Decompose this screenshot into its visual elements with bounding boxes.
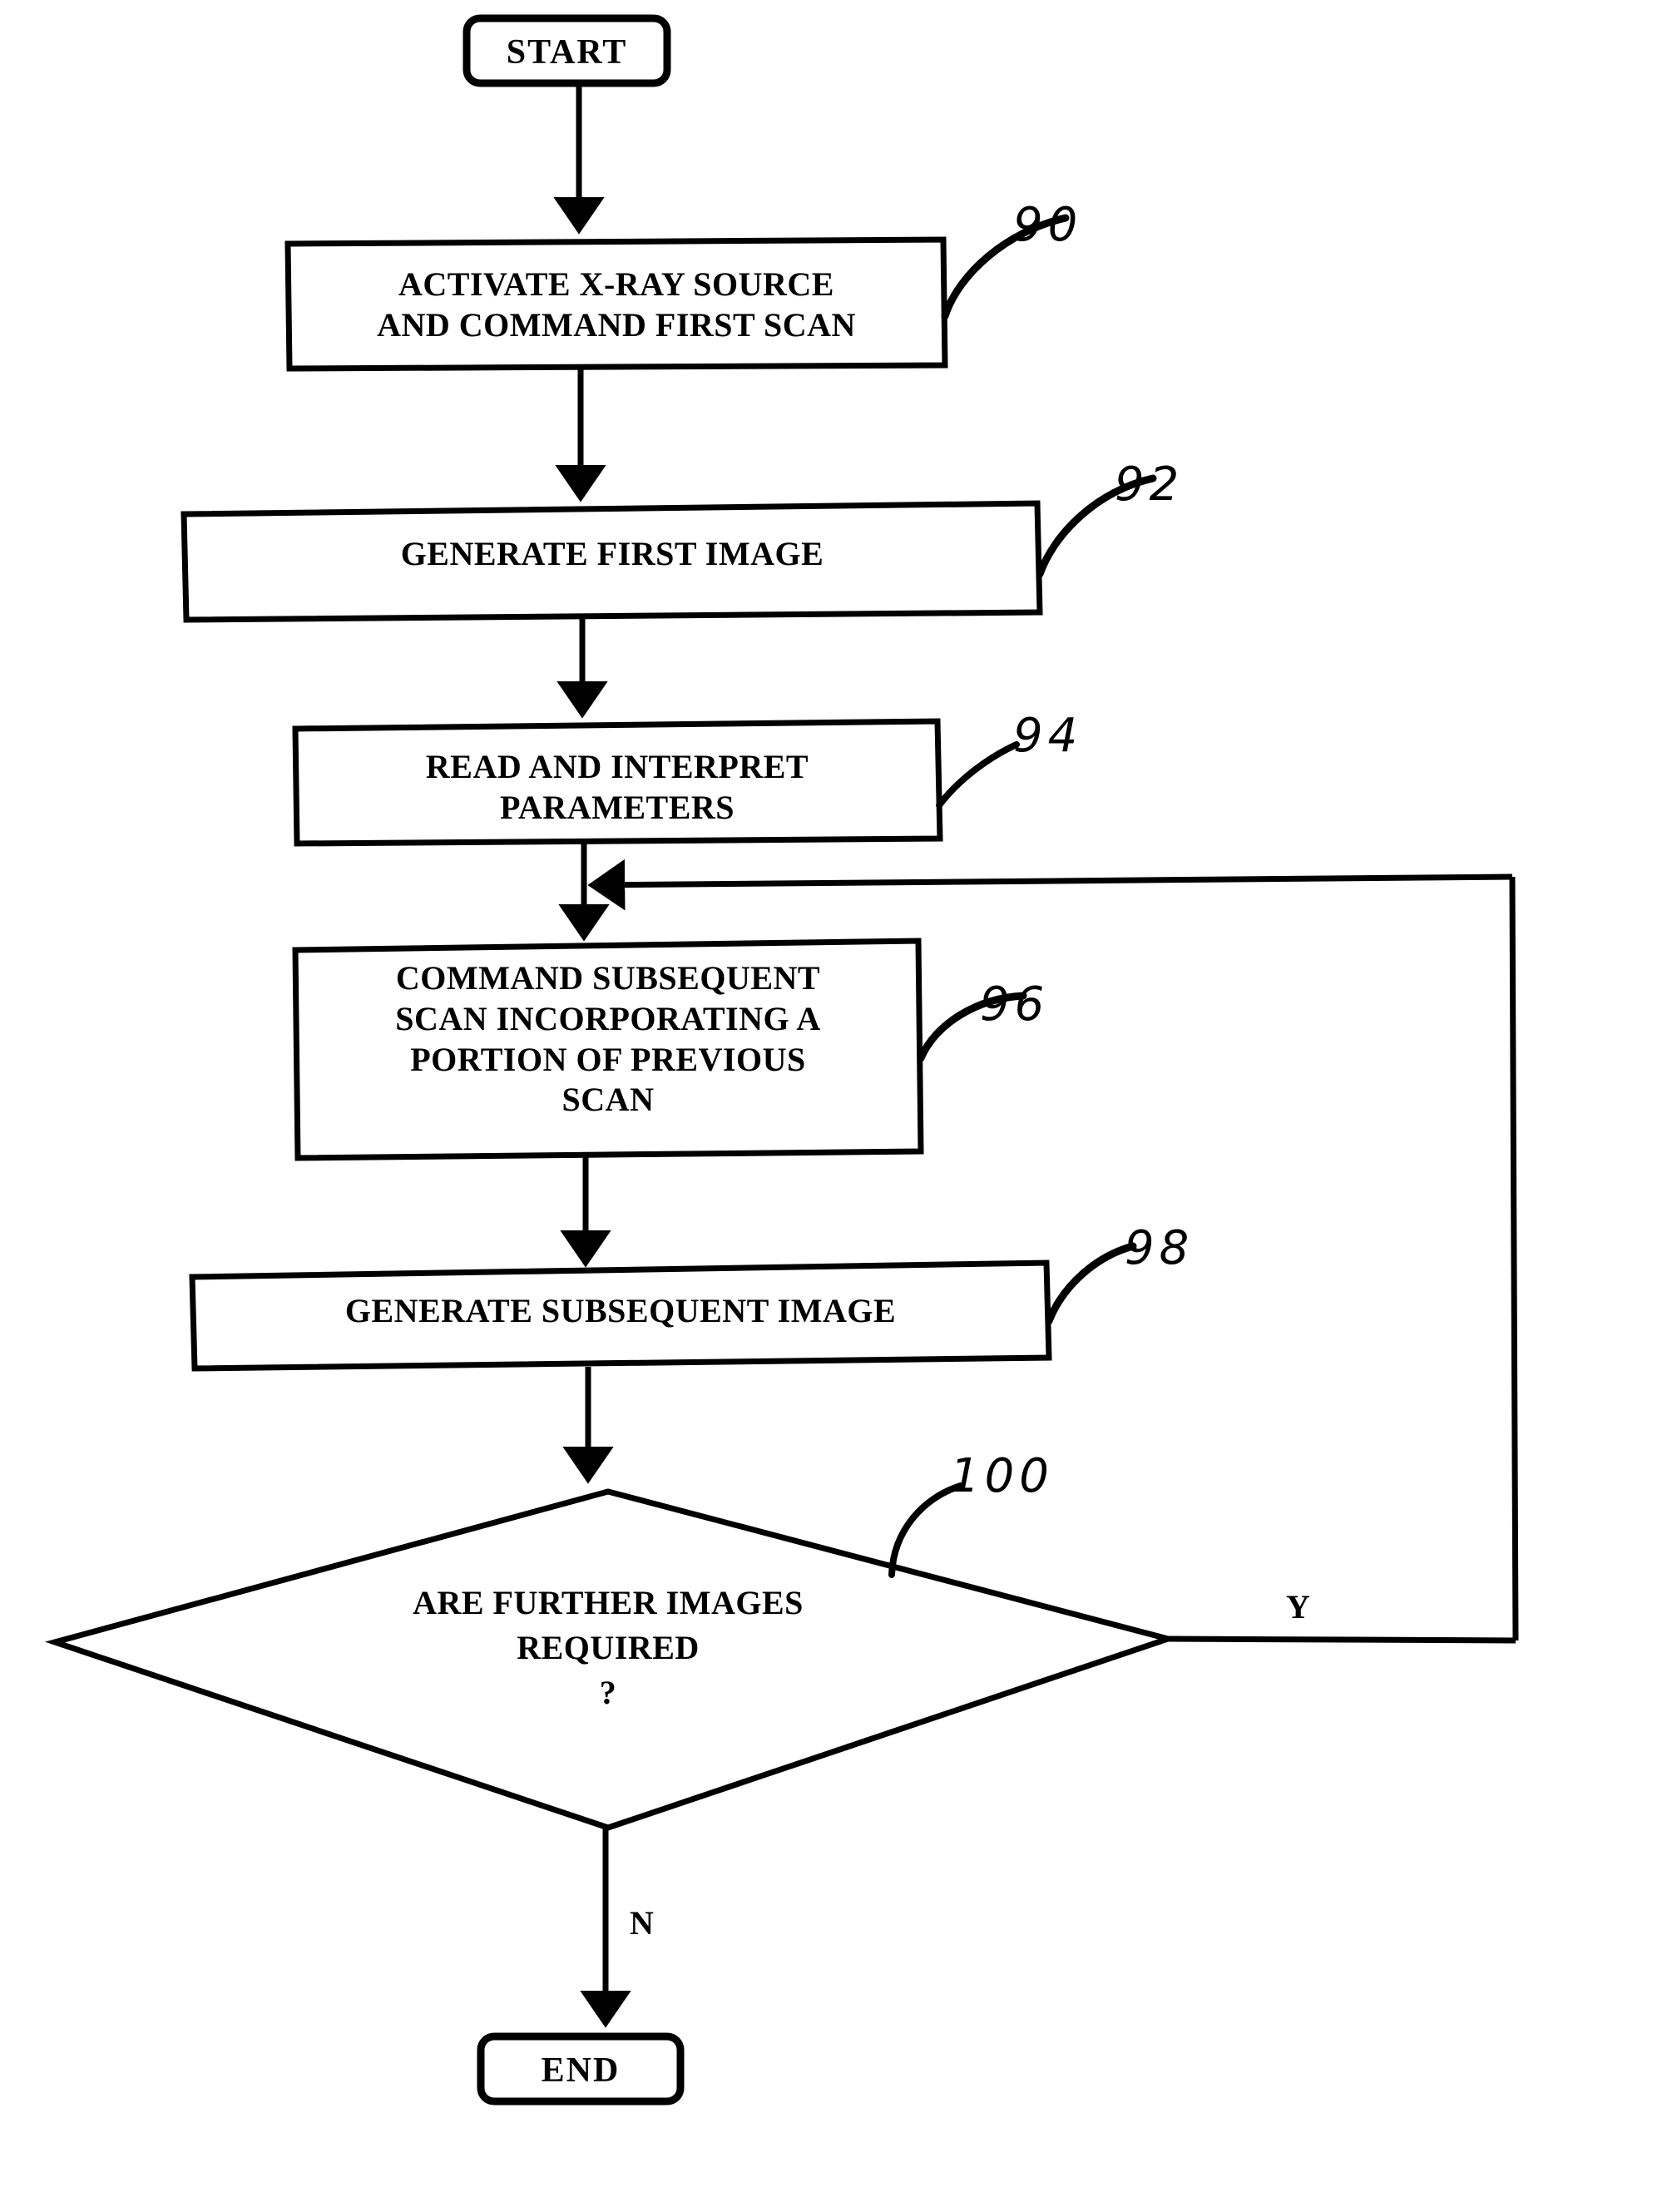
- leader-line-94: [936, 741, 1020, 809]
- branch-label-yes: Y: [1286, 1588, 1310, 1626]
- flowchart-canvas: [44, 14, 1519, 2106]
- reference-numeral-90: 90: [1013, 198, 1083, 252]
- node-generate-subsequent: [189, 1259, 1052, 1372]
- node-activate: [284, 236, 948, 372]
- reference-numeral-92: 92: [1115, 458, 1185, 512]
- reference-numeral-94: 94: [1013, 709, 1083, 763]
- node-generate-first: [181, 500, 1043, 623]
- reference-numeral-100: 100: [950, 1449, 1054, 1503]
- flowchart-page: START ACTIVATE X-RAY SOURCE AND COMMAND …: [0, 0, 1662, 2212]
- reference-numeral-98: 98: [1125, 1221, 1195, 1275]
- node-read-params: [292, 718, 943, 847]
- reference-numeral-96: 96: [980, 977, 1050, 1032]
- branch-label-no: N: [630, 1904, 654, 1942]
- node-start: [462, 14, 671, 87]
- leader-line-98: [1045, 1242, 1137, 1325]
- node-decision: [44, 1488, 1179, 1831]
- node-command-subsequent: [292, 938, 924, 1161]
- node-end: [477, 2032, 685, 2106]
